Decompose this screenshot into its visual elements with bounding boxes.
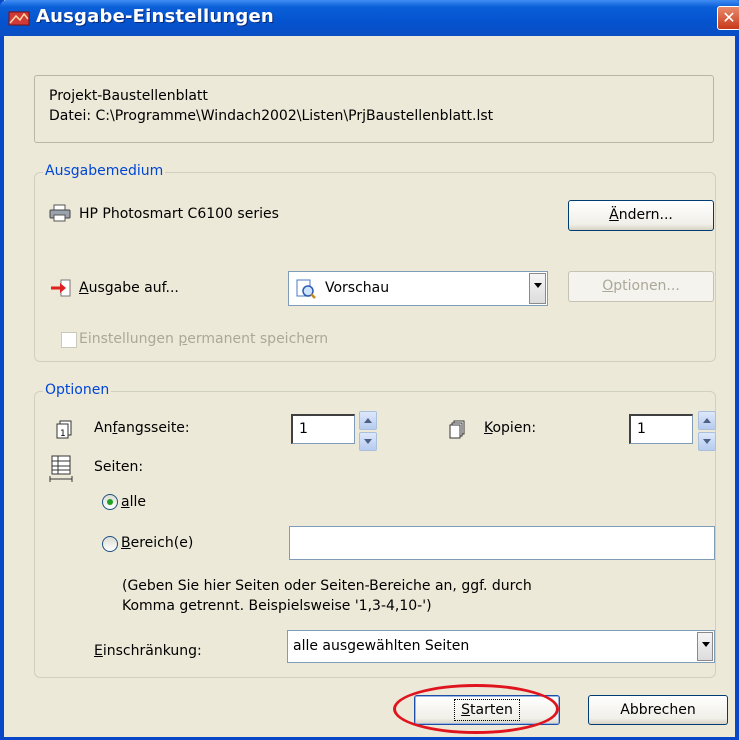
permanent-checkbox-label: Einstellungen permanent speichern (79, 331, 329, 347)
aendern-button[interactable]: Ändern... (568, 200, 714, 231)
spin-up-icon[interactable] (698, 411, 716, 430)
hint-line-1: (Geben Sie hier Seiten oder Seiten-Berei… (122, 578, 532, 594)
optionen-button[interactable]: Optionen... (568, 271, 714, 302)
file-path: Datei: C:\Programme\Windach2002\Listen\P… (49, 108, 494, 124)
app-icon (8, 11, 30, 26)
spin-down-icon[interactable] (698, 432, 716, 451)
kopien-label: Kopien: (484, 420, 537, 436)
ausgabe-auf-label: Ausgabe auf... (79, 280, 179, 296)
einschraenkung-select[interactable]: alle ausgewählten Seiten (287, 630, 715, 663)
anfangsseite-spinner[interactable] (359, 411, 377, 451)
pages-icon: 1 (56, 420, 72, 439)
anfangsseite-label: Anfangsseite: (94, 420, 190, 436)
ausgabe-select[interactable]: Vorschau (288, 271, 548, 306)
optionen-legend: Optionen (43, 382, 112, 398)
kopien-input[interactable]: 1 (629, 414, 693, 444)
einschraenkung-label: Einschränkung: (94, 643, 202, 659)
title-bar[interactable]: Ausgabe-Einstellungen ✕ (0, 0, 739, 36)
permanent-checkbox[interactable] (61, 332, 77, 348)
preview-icon (296, 279, 316, 299)
kopien-spinner[interactable] (698, 411, 716, 451)
close-icon: ✕ (722, 8, 736, 27)
bereich-input[interactable] (289, 526, 715, 560)
file-info-box: Projekt-Baustellenblatt Datei: C:\Progra… (34, 75, 714, 143)
window-title: Ausgabe-Einstellungen (36, 6, 274, 27)
spin-up-icon[interactable] (359, 411, 377, 430)
ausgabe-select-value: Vorschau (325, 280, 390, 296)
abbrechen-button[interactable]: Abbrechen (588, 695, 728, 725)
svg-text:1: 1 (60, 429, 66, 439)
chevron-down-icon[interactable] (529, 273, 546, 304)
output-arrow-icon (51, 279, 71, 297)
ausgabemedium-legend: Ausgabemedium (43, 163, 166, 179)
page-range-icon (49, 455, 73, 482)
printer-icon (49, 204, 71, 222)
chevron-down-icon[interactable] (697, 632, 713, 661)
radio-alle-label: alle (121, 494, 146, 510)
hint-line-2: Komma getrennt. Beispielsweise '1,3-4,10… (122, 598, 432, 614)
radio-alle[interactable] (102, 494, 118, 510)
printer-name: HP Photosmart C6100 series (79, 206, 279, 222)
anfangsseite-input[interactable]: 1 (291, 414, 355, 444)
radio-bereich[interactable] (102, 536, 118, 552)
dialog-window: Ausgabe-Einstellungen ✕ Projekt-Baustell… (0, 0, 739, 740)
copies-icon (449, 420, 465, 439)
spin-down-icon[interactable] (359, 432, 377, 451)
seiten-label: Seiten: (94, 459, 144, 475)
einschraenkung-select-value: alle ausgewählten Seiten (293, 638, 470, 654)
project-name: Projekt-Baustellenblatt (49, 88, 208, 104)
radio-bereich-label: Bereich(e) (121, 535, 194, 551)
close-button[interactable]: ✕ (717, 6, 739, 30)
highlight-oval (393, 684, 559, 734)
